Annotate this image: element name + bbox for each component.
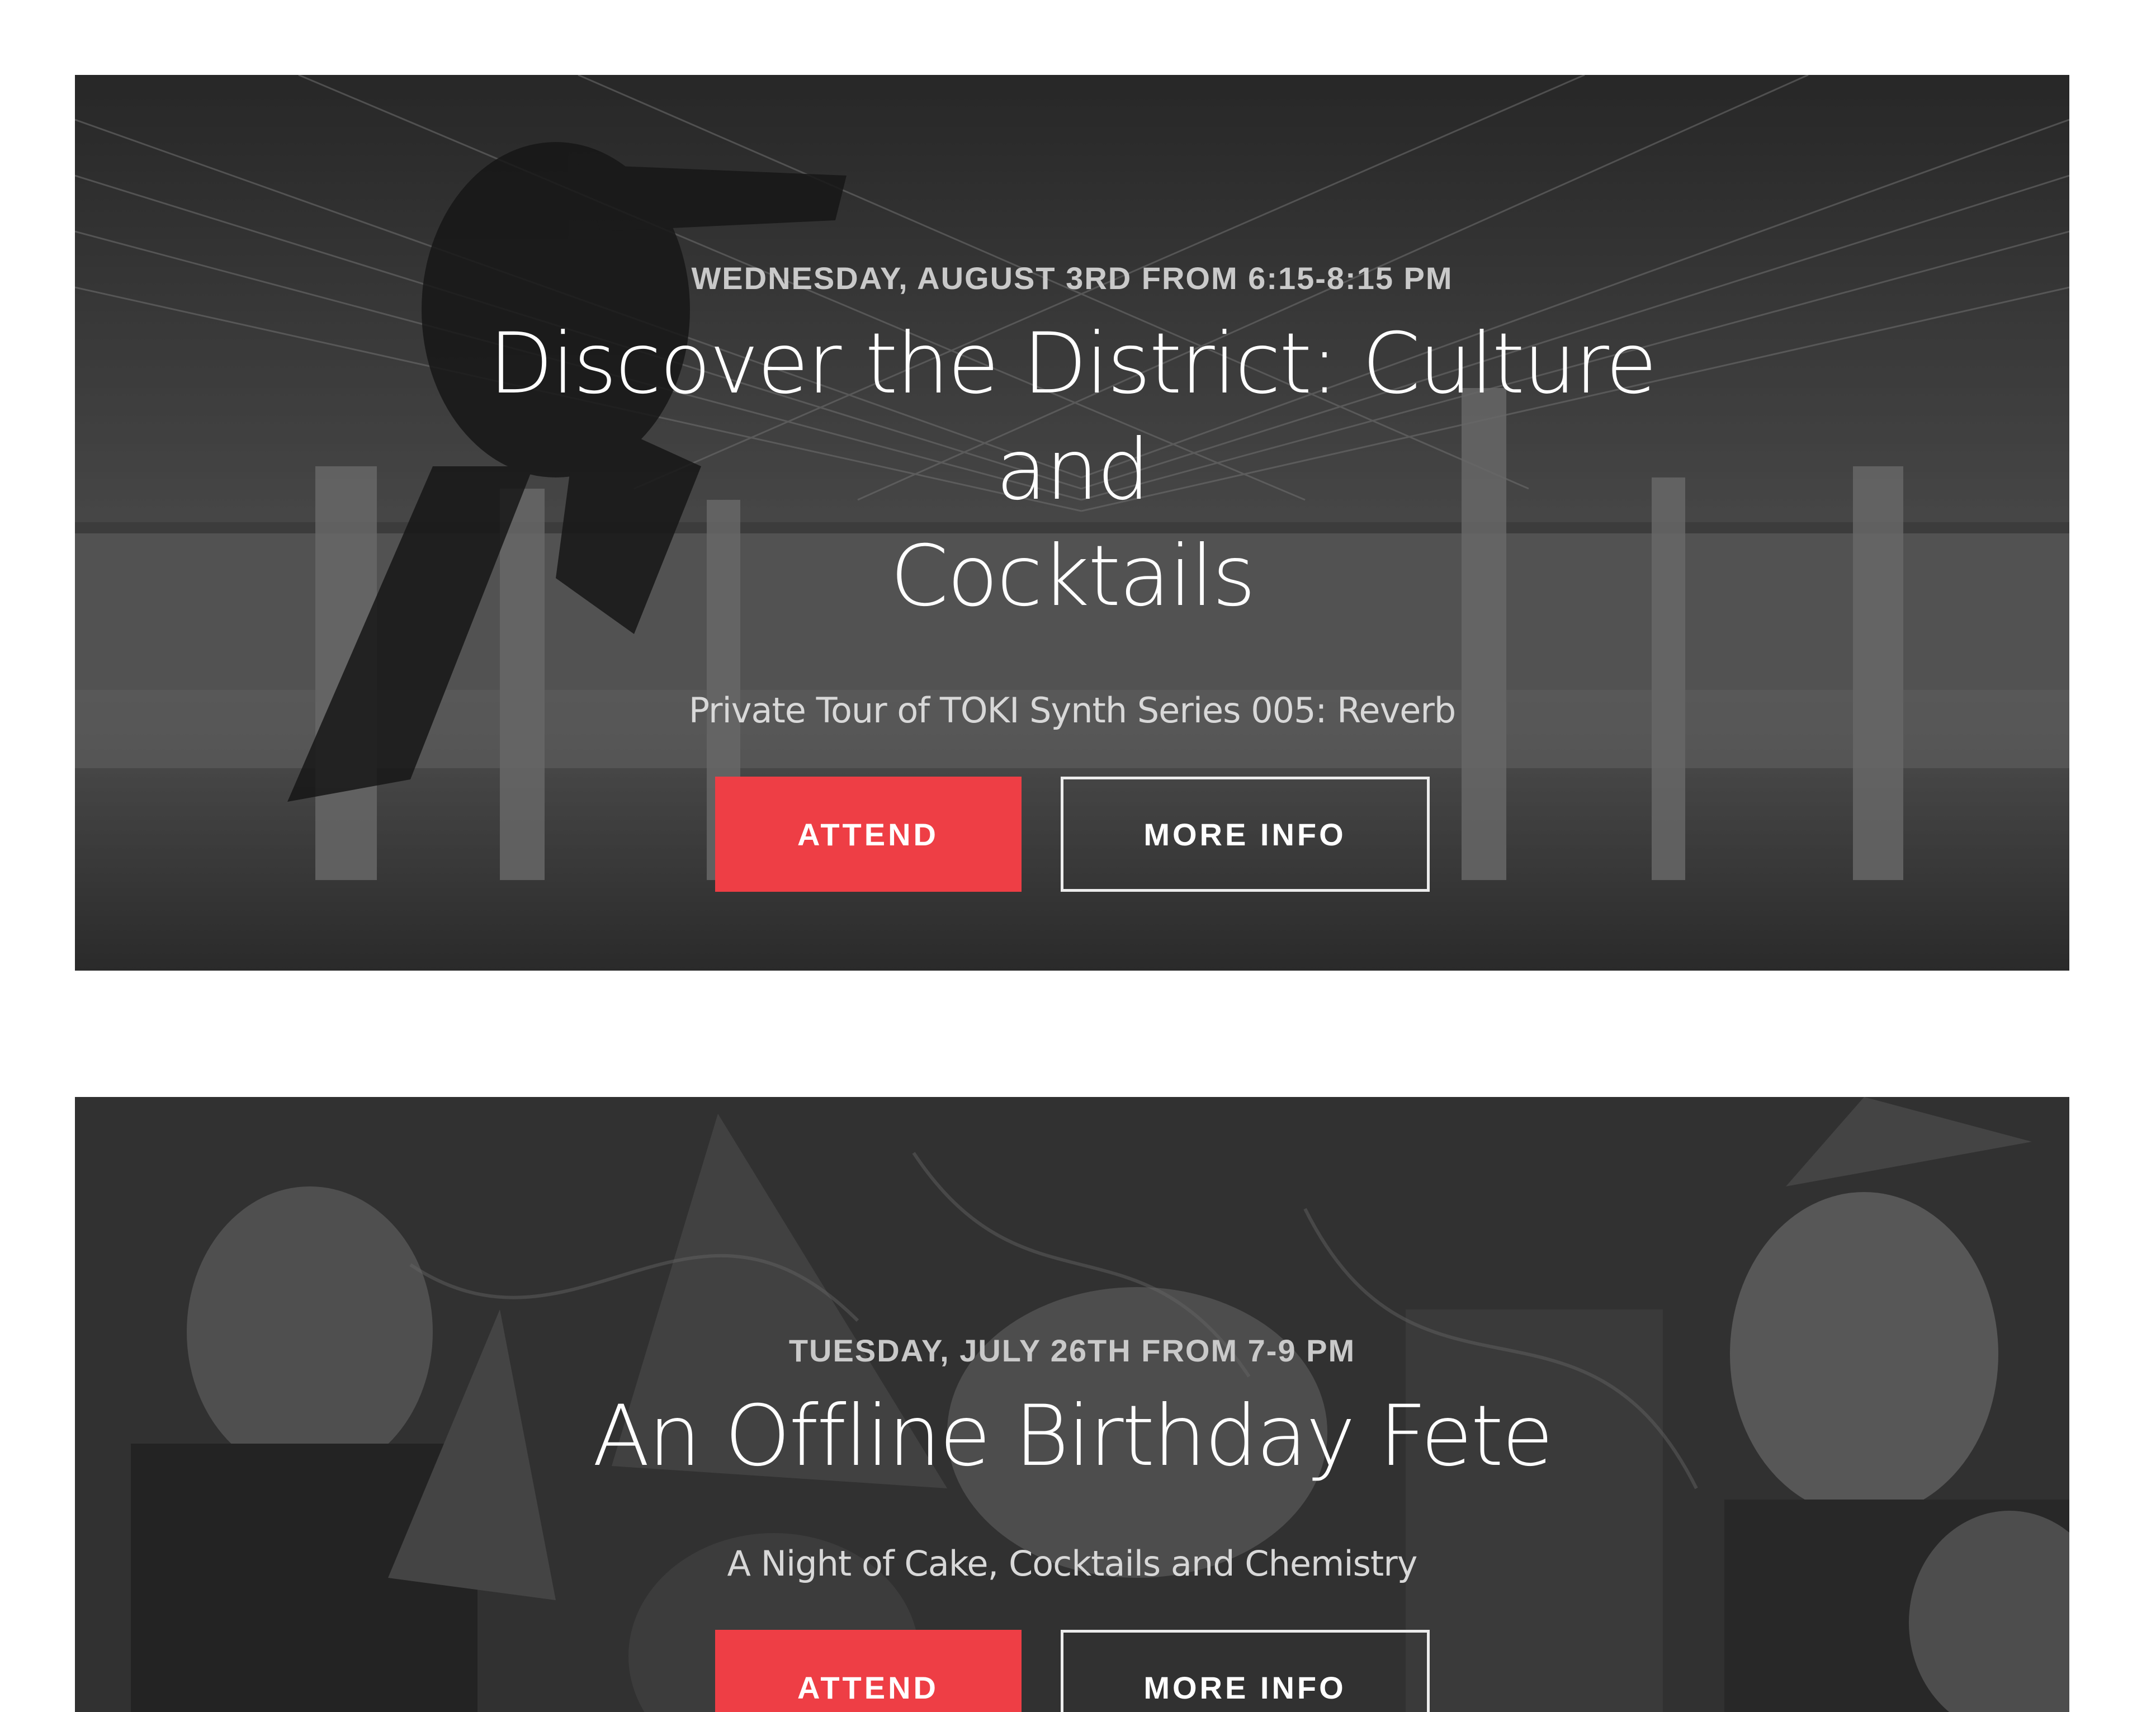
attend-button[interactable]: ATTEND [715, 1630, 1022, 1712]
event-subtitle: A Night of Cake, Cocktails and Chemistry [727, 1543, 1418, 1584]
event-title: An Offline Birthday Fete [401, 1383, 1743, 1489]
more-info-button[interactable]: MORE INFO [1060, 1630, 1430, 1712]
more-info-button[interactable]: MORE INFO [1060, 777, 1430, 892]
event-title-line: Cocktails [890, 528, 1256, 625]
event-card-discover-district: WEDNESDAY, AUGUST 3RD FROM 6:15-8:15 PM … [75, 75, 2069, 971]
event-title-line: Discover the District: Culture and [489, 315, 1657, 519]
event-actions: ATTEND MORE INFO [75, 777, 2069, 892]
event-card-birthday-fete: TUESDAY, JULY 26TH FROM 7-9 PM An Offlin… [75, 1097, 2069, 1712]
event-date: TUESDAY, JULY 26TH FROM 7-9 PM [788, 1333, 1356, 1368]
events-page: WEDNESDAY, AUGUST 3RD FROM 6:15-8:15 PM … [0, 0, 2156, 1712]
event-content: WEDNESDAY, AUGUST 3RD FROM 6:15-8:15 PM … [75, 263, 2069, 892]
event-actions: ATTEND MORE INFO [75, 1630, 2069, 1712]
attend-button[interactable]: ATTEND [715, 777, 1022, 892]
event-title: Discover the District: Culture and Cockt… [401, 311, 1743, 630]
event-date: WEDNESDAY, AUGUST 3RD FROM 6:15-8:15 PM [691, 261, 1453, 296]
event-title-line: An Offline Birthday Fete [592, 1388, 1554, 1485]
event-subtitle: Private Tour of TOKI Synth Series 005: R… [688, 690, 1457, 731]
event-content: TUESDAY, JULY 26TH FROM 7-9 PM An Offlin… [75, 1335, 2069, 1712]
